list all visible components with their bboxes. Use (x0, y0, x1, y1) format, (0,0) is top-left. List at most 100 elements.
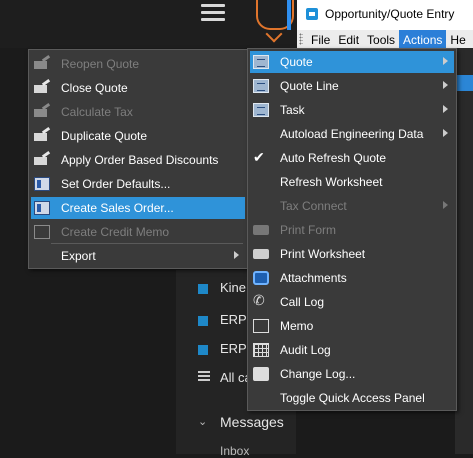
menu-item-print-worksheet[interactable]: Print Worksheet (250, 243, 454, 265)
document-icon (253, 79, 269, 93)
folder-edit-icon (34, 57, 50, 71)
menu-item-label: Tax Connect (280, 199, 347, 213)
submenu-arrow-icon (443, 129, 448, 137)
menu-tools[interactable]: Tools (363, 30, 399, 48)
folder-edit-icon (34, 81, 50, 95)
menu-item-label: Print Worksheet (280, 247, 366, 261)
menu-item-label: Call Log (280, 295, 325, 309)
submenu-arrow-icon (443, 57, 448, 65)
document-icon (253, 103, 269, 117)
right-panel (455, 48, 473, 454)
menu-item-label: Auto Refresh Quote (280, 151, 387, 165)
submenu-arrow-icon (443, 105, 448, 113)
menu-item-label: Autoload Engineering Data (280, 127, 424, 141)
printer-icon (253, 225, 269, 235)
menu-item-label: Toggle Quick Access Panel (280, 391, 425, 405)
printer-icon (253, 249, 269, 259)
menu-item-label: Audit Log (280, 343, 331, 357)
menu-item-label: Memo (280, 319, 314, 333)
folder-edit-icon (34, 129, 50, 143)
hamburger-menu-icon[interactable] (201, 4, 225, 21)
menubar-grip-icon (299, 33, 303, 45)
menu-item-label: Reopen Quote (61, 57, 140, 71)
checkmark-icon: ✔ (253, 149, 265, 165)
menubar: File Edit Tools Actions He (297, 30, 473, 48)
menu-item-close-quote[interactable]: Close Quote (31, 77, 245, 99)
menu-item-label: Quote Line (280, 79, 339, 93)
messages-label: Messages (220, 414, 284, 430)
menu-item-label: Export (61, 249, 96, 263)
window-titlebar: Opportunity/Quote Entry (297, 0, 473, 30)
paperclip-icon (253, 271, 269, 285)
menu-item-reopen-quote[interactable]: Reopen Quote (31, 53, 245, 75)
change-log-icon (253, 367, 269, 381)
menu-item-label: Print Form (280, 223, 337, 237)
menu-item-label: Change Log... (280, 367, 356, 381)
side-item-label: ERP (220, 341, 247, 356)
menu-item-create-credit-memo[interactable]: Create Credit Memo (31, 221, 245, 243)
submenu-arrow-icon (443, 81, 448, 89)
square-icon (198, 345, 208, 355)
menu-edit[interactable]: Edit (334, 30, 363, 48)
menu-item-apply-discounts[interactable]: Apply Order Based Discounts (31, 149, 245, 171)
inbox-item[interactable]: Inbox (220, 444, 249, 458)
menu-separator (51, 243, 243, 244)
menu-item-toggle-quick-access[interactable]: Toggle Quick Access Panel (250, 387, 454, 409)
menu-item-label: Close Quote (61, 81, 128, 95)
top-band (0, 0, 300, 48)
menu-item-tax-connect[interactable]: Tax Connect (250, 195, 454, 217)
square-icon (198, 316, 208, 326)
menu-item-label: Calculate Tax (61, 105, 133, 119)
form-grid-icon (34, 201, 50, 215)
menu-item-quote[interactable]: Quote (250, 51, 454, 73)
window-icon (34, 225, 50, 239)
menu-item-set-order-defaults[interactable]: Set Order Defaults... (31, 173, 245, 195)
menu-item-change-log[interactable]: Change Log... (250, 363, 454, 385)
menu-item-quote-line[interactable]: Quote Line (250, 75, 454, 97)
list-icon (198, 371, 210, 381)
menu-item-label: Create Credit Memo (61, 225, 170, 239)
actions-left-menu: Reopen Quote Close Quote Calculate Tax D… (28, 49, 248, 269)
menu-item-autoload-engineering[interactable]: Autoload Engineering Data (250, 123, 454, 145)
accent-bar (287, 0, 291, 30)
menu-item-audit-log[interactable]: Audit Log (250, 339, 454, 361)
menu-item-label: Apply Order Based Discounts (61, 153, 219, 167)
menu-item-label: Set Order Defaults... (61, 177, 171, 191)
app-icon (306, 8, 318, 20)
square-icon (198, 284, 208, 294)
side-item-label: Kine (220, 280, 247, 295)
submenu-arrow-icon (443, 201, 448, 209)
menu-item-calculate-tax[interactable]: Calculate Tax (31, 101, 245, 123)
menu-item-label: Task (280, 103, 305, 117)
chevron-down-icon: ⌄ (198, 416, 208, 428)
menu-item-call-log[interactable]: ✆ Call Log (250, 291, 454, 313)
document-icon (253, 55, 269, 69)
actions-menu: Quote Quote Line Task Autoload Engineeri… (247, 48, 457, 411)
menu-item-label: Refresh Worksheet (280, 175, 383, 189)
audit-log-icon (253, 343, 269, 357)
phone-icon: ✆ (253, 292, 265, 308)
menu-help[interactable]: He (446, 30, 469, 48)
menu-item-label: Duplicate Quote (61, 129, 148, 143)
menu-item-label: Create Sales Order... (61, 201, 174, 215)
menu-item-create-sales-order[interactable]: Create Sales Order... (31, 197, 245, 219)
submenu-arrow-icon (234, 251, 239, 259)
menu-item-auto-refresh-quote[interactable]: ✔ Auto Refresh Quote (250, 147, 454, 169)
menu-item-print-form[interactable]: Print Form (250, 219, 454, 241)
window-title: Opportunity/Quote Entry (325, 7, 455, 21)
folder-edit-icon (34, 153, 50, 167)
menu-item-duplicate-quote[interactable]: Duplicate Quote (31, 125, 245, 147)
side-item-label: ERP (220, 312, 247, 327)
menu-item-refresh-worksheet[interactable]: Refresh Worksheet (250, 171, 454, 193)
menu-item-memo[interactable]: Memo (250, 315, 454, 337)
folder-edit-icon (34, 105, 50, 119)
menu-item-label: Attachments (280, 271, 347, 285)
menu-item-attachments[interactable]: Attachments (250, 267, 454, 289)
menu-item-export[interactable]: Export (31, 245, 245, 267)
menu-actions[interactable]: Actions (399, 30, 447, 48)
form-grid-icon (34, 177, 50, 191)
menu-item-label: Quote (280, 55, 313, 69)
memo-icon (253, 319, 269, 333)
pin-tab[interactable] (455, 75, 473, 91)
menu-item-task[interactable]: Task (250, 99, 454, 121)
